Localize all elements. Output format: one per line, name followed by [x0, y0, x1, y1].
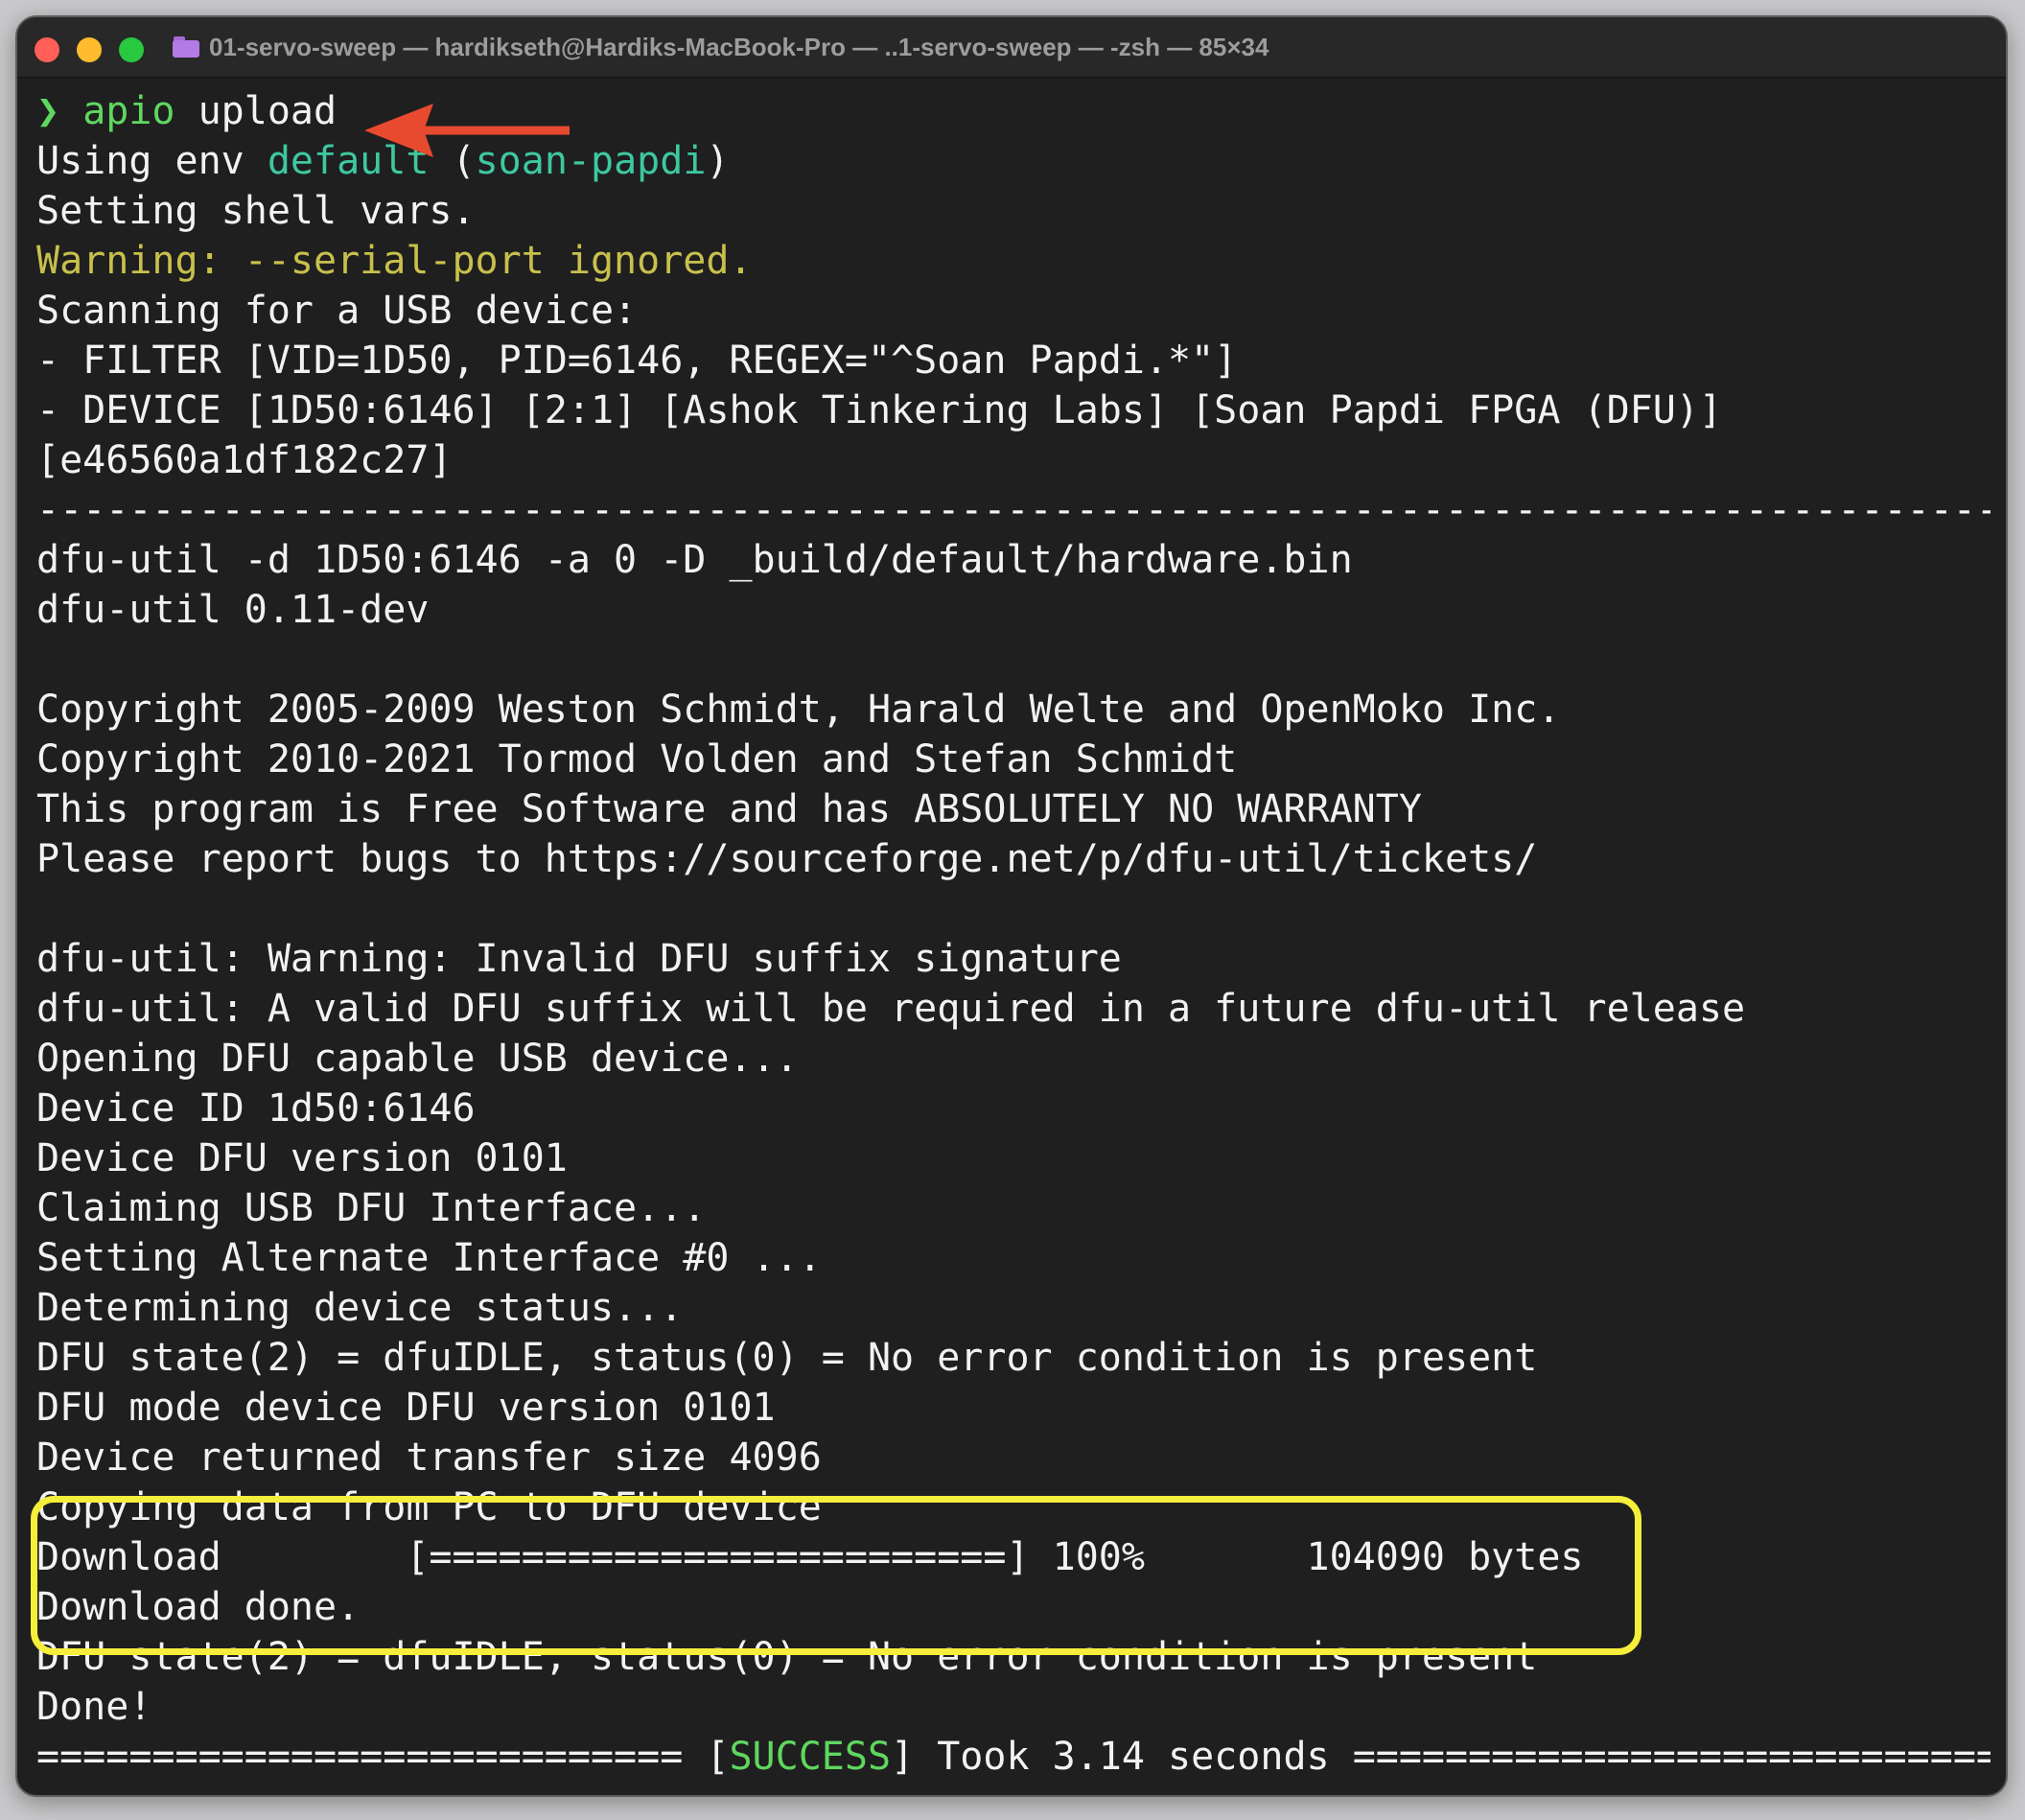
command-name: apio — [82, 89, 175, 133]
separator-line: ----------------------------------------… — [36, 488, 1990, 532]
device-line: - DEVICE [1D50:6146] [2:1] [Ashok Tinker… — [36, 388, 1722, 432]
annotation-highlight-box — [31, 1496, 1641, 1655]
terminal-window: 01-servo-sweep — hardikseth@Hardiks-MacB… — [15, 15, 2008, 1797]
env-close: ) — [706, 139, 730, 183]
summary-right: ] Took 3.14 seconds ====================… — [891, 1735, 1990, 1779]
success-badge: SUCCESS — [729, 1735, 892, 1779]
warning-line: Warning: --serial-port ignored. — [36, 239, 753, 283]
output-line: Device DFU version 0101 — [36, 1136, 568, 1180]
output-line: Device returned transfer size 4096 — [36, 1435, 822, 1480]
window-title: 01-servo-sweep — hardikseth@Hardiks-MacB… — [209, 32, 1269, 61]
output-line: Setting shell vars. — [36, 189, 476, 233]
output-line: dfu-util 0.11-dev — [36, 588, 430, 632]
output-line: Claiming USB DFU Interface... — [36, 1186, 707, 1230]
output-line: Copyright 2010-2021 Tormod Volden and St… — [36, 737, 1238, 782]
filter-line: - FILTER [VID=1D50, PID=6146, REGEX="^So… — [36, 338, 1238, 383]
window-title-group: 01-servo-sweep — hardikseth@Hardiks-MacB… — [173, 31, 1269, 63]
output-line: DFU state(2) = dfuIDLE, status(0) = No e… — [36, 1336, 1538, 1380]
annotation-arrow-icon — [364, 104, 570, 157]
output-line: Scanning for a USB device: — [36, 289, 638, 333]
command-line: ❯ apio upload — [36, 86, 2006, 136]
output-line: Determining device status... — [36, 1286, 684, 1330]
summary-left: ============================ [ — [36, 1735, 730, 1779]
output-line: Device ID 1d50:6146 — [36, 1086, 476, 1131]
output-line: Setting Alternate Interface #0 ... — [36, 1236, 822, 1280]
device-serial-line: [e46560a1df182c27] — [36, 438, 453, 482]
prompt-icon: ❯ — [36, 89, 60, 133]
env-prefix: Using env — [36, 139, 268, 183]
output-line: DFU mode device DFU version 0101 — [36, 1386, 776, 1430]
output-line: Done! — [36, 1685, 152, 1729]
command-arg: upload — [175, 89, 338, 133]
title-bar[interactable]: 01-servo-sweep — hardikseth@Hardiks-MacB… — [17, 17, 2006, 78]
output-line: dfu-util: A valid DFU suffix will be req… — [36, 987, 1746, 1031]
output-line: Copyright 2005-2009 Weston Schmidt, Hara… — [36, 688, 1561, 732]
summary-line: ============================ [SUCCESS] T… — [36, 1732, 1990, 1782]
folder-icon — [173, 36, 199, 58]
close-window-button[interactable] — [35, 37, 59, 62]
minimize-window-button[interactable] — [77, 37, 102, 62]
zoom-window-button[interactable] — [119, 37, 144, 62]
output-line: Opening DFU capable USB device... — [36, 1037, 799, 1081]
output-line: This program is Free Software and has AB… — [36, 787, 1422, 831]
output-line: dfu-util: Warning: Invalid DFU suffix si… — [36, 937, 1122, 981]
dfu-command-line: dfu-util -d 1D50:6146 -a 0 -D _build/def… — [36, 538, 1353, 582]
env-line: Using env default (soan-papdi) — [36, 136, 2006, 186]
output-line: Please report bugs to https://sourceforg… — [36, 837, 1538, 881]
